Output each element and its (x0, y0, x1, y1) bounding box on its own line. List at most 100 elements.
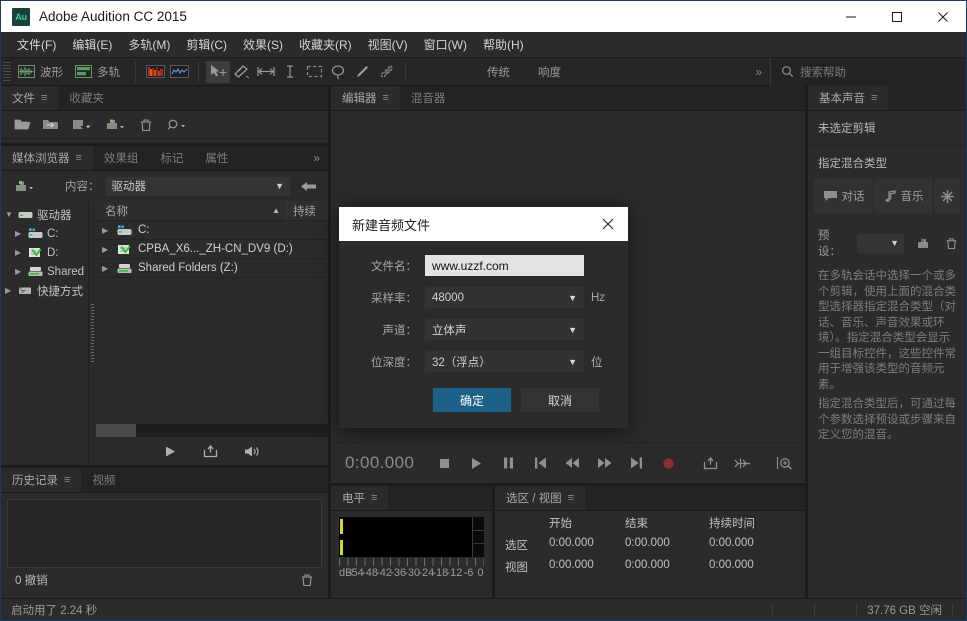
chevron-right-icon[interactable]: ▶ (102, 226, 111, 235)
menu-edit[interactable]: 编辑(E) (64, 33, 120, 56)
tab-markers[interactable]: 标记 (149, 146, 194, 170)
spectral-frequency-icon[interactable] (143, 61, 167, 83)
tab-properties[interactable]: 属性 (194, 146, 239, 170)
tree-item-drives[interactable]: ▼ 驱动器 (1, 205, 88, 224)
tab-editor[interactable]: 编辑器 ≡ (331, 86, 400, 110)
play-preview-icon[interactable] (163, 445, 177, 458)
view-start-value[interactable]: 0:00.000 (543, 559, 619, 575)
chevron-right-icon-4[interactable]: ▶ (5, 286, 14, 295)
menu-view[interactable]: 视图(V) (360, 33, 416, 56)
tab-mixer[interactable]: 混音器 (400, 86, 457, 110)
menu-effects[interactable]: 效果(S) (235, 33, 291, 56)
panel-menu-icon-4[interactable]: ≡ (383, 92, 389, 104)
paintbrush-selection-tool-icon[interactable] (350, 61, 374, 83)
horizontal-scrollbar[interactable] (96, 424, 328, 437)
menu-help[interactable]: 帮助(H) (475, 33, 532, 56)
tab-effects-rack[interactable]: 效果组 (93, 146, 150, 170)
volume-icon[interactable] (244, 445, 261, 458)
move-to-end-button[interactable] (621, 449, 651, 477)
table-row[interactable]: ▶ CPBA_X6..._ZH-CN_DV9 (D:) (96, 240, 328, 259)
workspace-loudness[interactable]: 响度 (524, 62, 575, 82)
tab-essential-sound[interactable]: 基本声音 ≡ (808, 86, 889, 110)
samplerate-dropdown[interactable]: 48000 ▼ (425, 287, 584, 308)
selection-start-value[interactable]: 0:00.000 (543, 537, 619, 553)
chevron-right-icon-3[interactable]: ▶ (15, 267, 24, 276)
toolbar-grip[interactable] (3, 61, 11, 82)
preset-dropdown[interactable]: ▼ (856, 233, 904, 253)
move-to-start-button[interactable] (525, 449, 555, 477)
lasso-selection-tool-icon[interactable] (326, 61, 350, 83)
panel-menu-icon-2[interactable]: ≡ (76, 152, 82, 164)
clear-history-icon[interactable] (300, 573, 314, 587)
tab-favorites[interactable]: 收藏夹 (58, 86, 115, 110)
view-end-value[interactable]: 0:00.000 (619, 559, 703, 575)
panel-menu-icon-7[interactable]: ≡ (871, 92, 877, 104)
filename-input[interactable]: www.uzzf.com (425, 255, 584, 276)
meter-clip-indicators[interactable] (472, 517, 484, 557)
menu-window[interactable]: 窗口(W) (416, 33, 475, 56)
workspace-classic[interactable]: 传统 (473, 62, 524, 82)
import-file-icon[interactable] (37, 114, 63, 136)
menu-file[interactable]: 文件(F) (9, 33, 64, 56)
fast-forward-button[interactable] (589, 449, 619, 477)
mix-type-music-button[interactable]: 音乐 (874, 179, 934, 213)
close-button[interactable] (920, 1, 966, 32)
menu-clip[interactable]: 剪辑(C) (178, 33, 235, 56)
column-name[interactable]: 名称 ▲ (96, 203, 286, 219)
stop-button[interactable] (429, 449, 459, 477)
spot-healing-brush-icon[interactable] (374, 61, 398, 83)
panel-resizer[interactable] (89, 201, 96, 465)
chevron-right-icon[interactable]: ▶ (15, 229, 24, 238)
minimize-button[interactable] (828, 1, 874, 32)
time-selection-tool-icon[interactable] (278, 61, 302, 83)
tab-media-browser[interactable]: 媒体浏览器 ≡ (1, 146, 93, 170)
menu-multitrack[interactable]: 多轨(M) (120, 33, 178, 56)
razor-tool-icon[interactable] (230, 61, 254, 83)
tab-levels[interactable]: 电平 ≡ (331, 486, 389, 510)
record-button[interactable] (653, 449, 683, 477)
tab-video[interactable]: 视频 (81, 468, 126, 492)
search-help-field[interactable]: 搜索帮助 (770, 57, 966, 86)
save-preset-icon[interactable] (916, 237, 933, 250)
tree-item-shortcuts[interactable]: ▶ 快捷方式 (1, 281, 88, 300)
zoom-tool-icon[interactable] (769, 449, 799, 477)
selection-end-value[interactable]: 0:00.000 (619, 537, 703, 553)
loop-playback-icon[interactable] (695, 449, 725, 477)
content-dropdown[interactable]: 驱动器 ▼ (105, 176, 290, 196)
delete-file-icon[interactable] (133, 114, 159, 136)
channels-dropdown[interactable]: 立体声 ▼ (425, 319, 584, 340)
pause-button[interactable] (493, 449, 523, 477)
tab-selection-view[interactable]: 选区 / 视图 ≡ (495, 486, 586, 510)
autoplay-icon[interactable] (203, 444, 218, 458)
table-row[interactable]: ▶ C: (96, 221, 328, 240)
move-tool-icon[interactable] (206, 60, 230, 83)
history-list[interactable] (7, 499, 322, 568)
back-arrow-icon[interactable] (296, 175, 322, 197)
search-files-icon[interactable] (161, 114, 193, 136)
tab-history[interactable]: 历史记录 ≡ (1, 468, 82, 492)
waveform-view-button[interactable]: 波形 (14, 62, 71, 82)
level-meter[interactable] (339, 517, 484, 557)
table-row[interactable]: ▶ Shared Folders (Z:) (96, 259, 328, 278)
panel-menu-icon-3[interactable]: ≡ (64, 474, 70, 486)
view-duration-value[interactable]: 0:00.000 (703, 559, 793, 575)
column-duration[interactable]: 持续 (286, 201, 328, 220)
chevron-right-icon-2[interactable]: ▶ (15, 248, 24, 257)
multitrack-view-button[interactable]: 多轨 (71, 62, 128, 82)
mix-type-sfx-button[interactable] (934, 179, 960, 213)
tabs-overflow-icon[interactable]: » (305, 146, 328, 170)
skip-selection-icon[interactable] (727, 449, 757, 477)
panel-menu-icon-6[interactable]: ≡ (568, 492, 574, 504)
play-button[interactable] (461, 449, 491, 477)
chevron-right-icon[interactable]: ▶ (102, 264, 111, 273)
cancel-button[interactable]: 取消 (521, 388, 599, 412)
open-file-icon[interactable] (9, 114, 35, 136)
save-file-icon[interactable] (99, 114, 131, 136)
mix-type-dialogue-button[interactable]: 对话 (814, 179, 874, 213)
new-file-icon[interactable] (65, 114, 97, 136)
ok-button[interactable]: 确定 (433, 388, 511, 412)
tab-files[interactable]: 文件 ≡ (1, 86, 59, 110)
import-media-icon[interactable] (9, 175, 41, 197)
tree-item-shared[interactable]: ▶ Shared (1, 262, 88, 281)
dialog-close-icon[interactable] (588, 207, 628, 241)
